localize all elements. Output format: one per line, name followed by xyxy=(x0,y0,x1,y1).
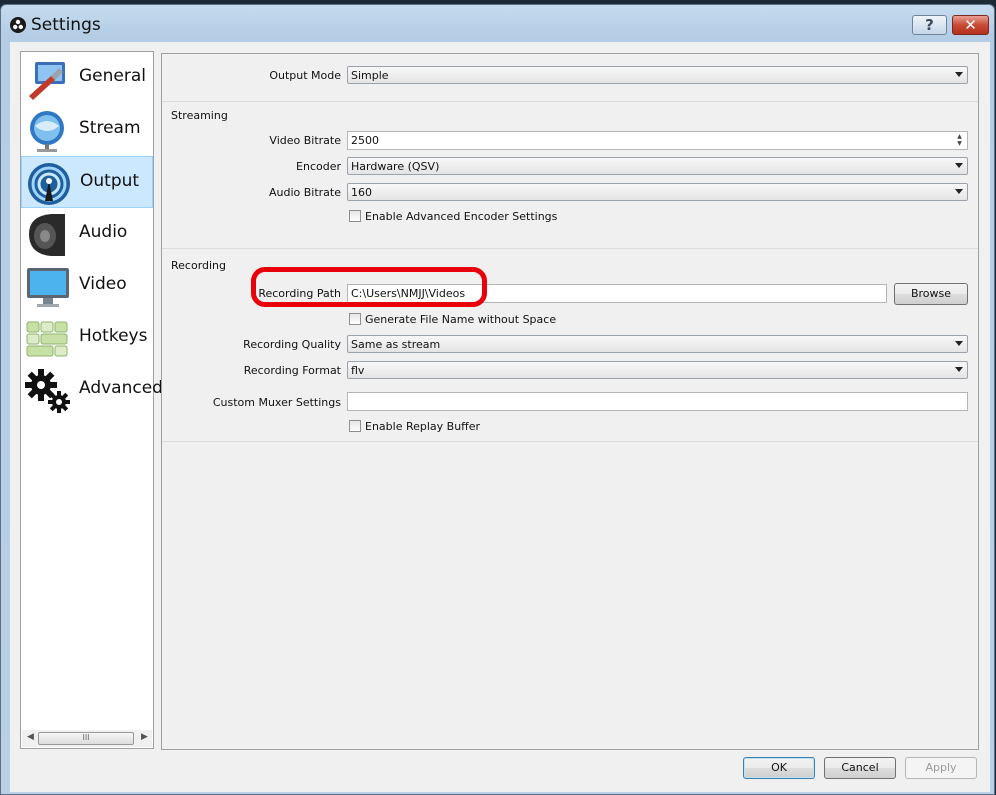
output-mode-value: Simple xyxy=(351,69,389,82)
cancel-button[interactable]: Cancel xyxy=(824,757,896,779)
custom-muxer-input[interactable] xyxy=(347,392,968,411)
advanced-encoder-label[interactable]: Enable Advanced Encoder Settings xyxy=(365,210,557,223)
settings-category-list: General Stream Output Audio Video Hotkey… xyxy=(20,51,163,749)
sidebar-item-video[interactable]: Video xyxy=(21,260,153,312)
sidebar-item-label: Stream xyxy=(79,118,141,138)
gears-icon xyxy=(25,368,71,414)
sidebar-item-label: Video xyxy=(79,274,127,294)
encoder-select[interactable]: Hardware (QSV) xyxy=(347,157,968,175)
video-bitrate-spinbox[interactable]: 2500 ▲ ▼ xyxy=(347,131,968,150)
keyboard-icon xyxy=(25,316,71,362)
divider xyxy=(162,101,978,102)
sidebar-item-label: Audio xyxy=(79,222,128,242)
dialog-body: General Stream Output Audio Video Hotkey… xyxy=(10,42,990,792)
recording-format-select[interactable]: flv xyxy=(347,361,968,379)
replay-buffer-label[interactable]: Enable Replay Buffer xyxy=(365,420,480,433)
spin-up-icon[interactable]: ▲ xyxy=(953,133,966,140)
recording-quality-value: Same as stream xyxy=(351,338,441,351)
output-mode-label: Output Mode xyxy=(269,69,341,82)
sidebar-item-label: General xyxy=(79,66,146,86)
sidebar-item-label: Advanced xyxy=(79,378,163,398)
sidebar-item-advanced[interactable]: Advanced xyxy=(21,364,163,416)
sidebar-item-label: Hotkeys xyxy=(79,326,148,346)
chevron-down-icon xyxy=(955,367,963,372)
scroll-right-icon[interactable]: ▶ xyxy=(141,732,148,742)
recording-quality-select[interactable]: Same as stream xyxy=(347,335,968,353)
ok-button[interactable]: OK xyxy=(743,757,815,779)
filename-no-space-label[interactable]: Generate File Name without Space xyxy=(365,313,556,326)
general-icon xyxy=(25,56,71,102)
help-button[interactable]: ? xyxy=(912,15,947,35)
title-bar[interactable]: Settings ? ✕ xyxy=(1,5,994,41)
video-bitrate-label: Video Bitrate xyxy=(269,134,341,147)
recording-group-title: Recording xyxy=(171,259,227,272)
chevron-down-icon xyxy=(955,341,963,346)
sidebar-item-label: Output xyxy=(80,171,140,191)
output-settings-panel: Output Mode Simple Streaming Video Bitra… xyxy=(161,53,979,750)
encoder-value: Hardware (QSV) xyxy=(351,160,440,173)
close-button[interactable]: ✕ xyxy=(952,15,989,35)
sidebar-item-hotkeys[interactable]: Hotkeys xyxy=(21,312,153,364)
sidebar-horizontal-scrollbar[interactable]: ◀ III ▶ xyxy=(22,730,152,747)
recording-quality-label: Recording Quality xyxy=(243,338,341,351)
spin-down-icon[interactable]: ▼ xyxy=(953,140,966,147)
chevron-down-icon xyxy=(955,163,963,168)
sidebar-item-output[interactable]: Output xyxy=(21,156,153,208)
apply-button[interactable]: Apply xyxy=(905,757,977,779)
monitor-icon xyxy=(25,264,71,310)
browse-button[interactable]: Browse xyxy=(894,283,968,305)
sidebar-item-stream[interactable]: Stream xyxy=(21,104,153,156)
obs-logo-icon xyxy=(10,17,26,33)
advanced-encoder-checkbox[interactable] xyxy=(349,210,361,222)
chevron-down-icon xyxy=(955,72,963,77)
sidebar-item-general[interactable]: General xyxy=(21,52,153,104)
stream-icon xyxy=(25,108,71,154)
spinbox-arrows[interactable]: ▲ ▼ xyxy=(953,133,966,148)
encoder-label: Encoder xyxy=(296,160,341,173)
scrollbar-thumb[interactable]: III xyxy=(38,732,134,745)
recording-path-highlight xyxy=(251,267,487,307)
sidebar-item-audio[interactable]: Audio xyxy=(21,208,153,260)
filename-no-space-checkbox[interactable] xyxy=(349,313,361,325)
custom-muxer-label: Custom Muxer Settings xyxy=(212,396,341,409)
speaker-icon xyxy=(25,212,71,258)
divider xyxy=(162,248,978,249)
settings-window: Settings ? ✕ General Stream Output Audio… xyxy=(0,4,995,795)
streaming-group-title: Streaming xyxy=(171,109,228,122)
output-icon xyxy=(26,161,72,207)
scroll-left-icon[interactable]: ◀ xyxy=(27,732,34,742)
recording-format-value: flv xyxy=(351,364,365,377)
video-bitrate-value: 2500 xyxy=(351,134,379,147)
replay-buffer-checkbox[interactable] xyxy=(349,420,361,432)
chevron-down-icon xyxy=(955,189,963,194)
audio-bitrate-value: 160 xyxy=(351,186,372,199)
window-title: Settings xyxy=(31,15,101,35)
audio-bitrate-label: Audio Bitrate xyxy=(268,186,341,199)
audio-bitrate-select[interactable]: 160 xyxy=(347,183,968,201)
output-mode-select[interactable]: Simple xyxy=(347,66,968,84)
recording-format-label: Recording Format xyxy=(243,364,341,377)
divider xyxy=(162,441,978,442)
